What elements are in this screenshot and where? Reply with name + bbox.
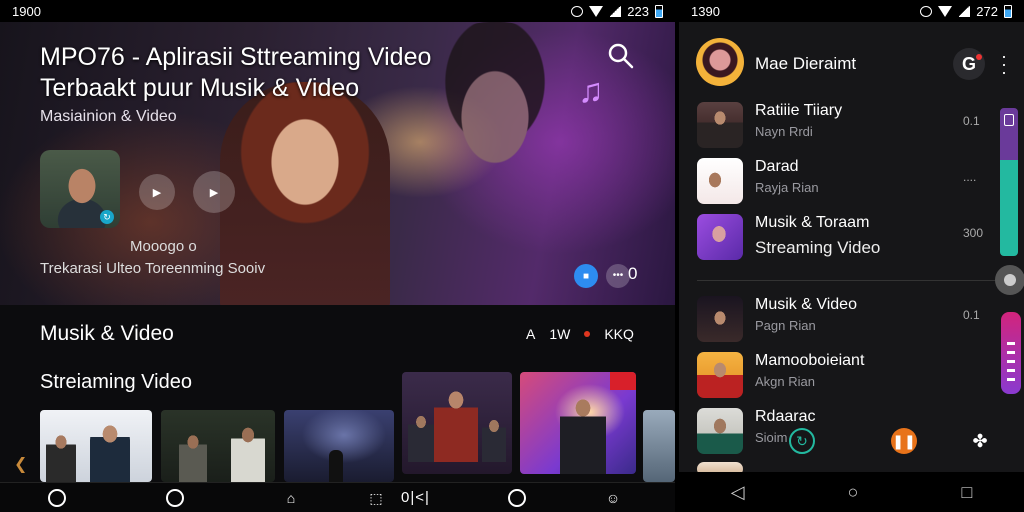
video-thumbnail[interactable] <box>643 410 675 482</box>
item-title: Darad <box>755 158 799 175</box>
hero-count: 0 <box>628 264 638 283</box>
search-icon[interactable] <box>607 42 635 70</box>
item-subtitle: Streaming Video <box>755 238 881 257</box>
battery-icon <box>1004 4 1012 18</box>
page-icon <box>1004 114 1014 126</box>
circle-home-icon[interactable]: ○ <box>848 482 859 503</box>
status-bar: 1390 272 <box>679 0 1024 22</box>
loop-icon[interactable]: ↻ <box>789 428 815 454</box>
font-tool[interactable]: A <box>526 326 535 342</box>
side-panel-handle[interactable] <box>1001 312 1021 394</box>
g-icon[interactable]: G <box>953 48 985 80</box>
right-phone-screen: 1390 272 Mae Dieraimt G · · · Ratiiie Tiia… <box>679 0 1024 512</box>
wifi-icon <box>938 5 953 17</box>
hero-banner[interactable]: ♫ MPO76 - Aplirasii Sttreaming Video Ter… <box>0 22 675 305</box>
library-icon[interactable]: ⌂ <box>280 487 302 509</box>
battery-text: 272 <box>976 3 998 19</box>
hero-subtitle: Masiainion & Video <box>40 108 177 125</box>
hero-artist-thumbnail[interactable]: ↻ <box>40 150 120 228</box>
scroll-indicator[interactable] <box>1000 108 1018 256</box>
list-item[interactable]: Musik & Video Pagn Rian 0.1 <box>679 292 1024 348</box>
list-item[interactable]: Musik & Toraam Streaming Video 300 <box>679 210 1024 266</box>
item-title: Musik & Video <box>755 296 857 313</box>
item-meta: 0.1 <box>963 308 980 322</box>
left-phone-screen: 1900 223 ♫ MPO76 - Aplirasii Sttreaming … <box>0 0 675 512</box>
item-subtitle: Nayn Rrdi <box>755 124 813 139</box>
list-item[interactable]: Mamooboieiant Akgn Rian <box>679 348 1024 404</box>
alarm-icon <box>920 5 933 17</box>
system-navigation: ◁ ○ □ <box>679 472 1024 512</box>
item-thumbnail <box>697 352 743 398</box>
video-thumbnail-row <box>0 372 675 482</box>
status-bar: 1900 223 <box>0 0 675 22</box>
video-thumbnail[interactable] <box>520 372 636 474</box>
nav-label[interactable]: 0|<| <box>401 489 430 506</box>
compass-icon[interactable] <box>164 487 186 509</box>
avatar[interactable] <box>696 38 744 86</box>
item-thumbnail <box>697 296 743 342</box>
chat-head-icon <box>1004 274 1016 286</box>
hero-caption-line2: Trekarasi Ulteo Toreenming Sooiv <box>40 260 266 277</box>
record-dot-icon[interactable] <box>584 331 591 337</box>
video-thumbnail[interactable] <box>284 410 394 482</box>
play-icon[interactable]: ▶ <box>193 171 235 213</box>
sort-tool[interactable]: KKQ <box>604 326 634 342</box>
action-row: ↻ ❚❚ ✤ <box>679 424 1024 464</box>
item-thumbnail <box>697 214 743 260</box>
hero-title: MPO76 - Aplirasii Sttreaming Video Terba… <box>40 43 432 102</box>
item-title: Musik & Toraam <box>755 214 870 231</box>
chevron-left-icon[interactable]: ❮ <box>14 454 27 474</box>
profile-name: Mae Dieraimt <box>755 54 857 73</box>
video-thumbnail[interactable] <box>402 372 512 474</box>
item-thumbnail <box>697 158 743 204</box>
battery-text: 223 <box>627 3 649 19</box>
item-thumbnail <box>697 102 743 148</box>
music-note-icon: ♫ <box>578 72 604 110</box>
play-icon[interactable]: ▶ <box>139 174 175 210</box>
filter-tool[interactable]: 1W <box>549 326 570 342</box>
home-icon[interactable] <box>46 487 68 509</box>
explore-icon[interactable] <box>506 487 528 509</box>
alarm-icon <box>571 5 584 17</box>
share-icon[interactable]: ✤ <box>967 428 993 454</box>
playlist-icon[interactable]: ■ <box>574 264 598 288</box>
bottom-navigation: ⌂ ⬚ 0|<| ☺ <box>0 482 675 512</box>
section-title: Musik & Video <box>40 322 174 345</box>
list-item[interactable]: Ratiiie Tiiary Nayn Rrdi 0.1 <box>679 98 1024 154</box>
item-meta: .... <box>963 170 977 184</box>
list-item[interactable]: Darad Rayja Rian .... <box>679 154 1024 210</box>
video-thumbnail[interactable] <box>40 410 152 482</box>
download-icon[interactable]: ⬚ <box>365 487 387 509</box>
status-time: 1900 <box>12 3 41 19</box>
notification-dot <box>976 54 982 60</box>
hero-caption-line1: Mooogo o <box>130 238 197 255</box>
more-icon[interactable]: ••• <box>606 264 630 288</box>
g-letter: G <box>961 54 976 74</box>
item-subtitle: Rayja Rian <box>755 180 819 195</box>
share-icon: ↻ <box>100 210 114 224</box>
item-meta: 0.1 <box>963 114 980 128</box>
item-title: Ratiiie Tiiary <box>755 102 843 119</box>
section-tools: A 1W KKQ <box>526 326 634 342</box>
status-time: 1390 <box>691 3 720 19</box>
floating-bubble[interactable] <box>995 265 1024 295</box>
wifi-icon <box>589 5 604 17</box>
play-pause-icon[interactable]: ❚❚ <box>891 428 917 454</box>
back-icon[interactable]: ◁ <box>731 482 745 503</box>
profile-icon[interactable]: ☺ <box>602 487 624 509</box>
dots-icon <box>1007 342 1015 382</box>
item-subtitle: Pagn Rian <box>755 318 816 333</box>
profile-header: Mae Dieraimt G · · · <box>679 34 1024 92</box>
battery-icon <box>655 4 663 18</box>
item-title: Mamooboieiant <box>755 352 865 369</box>
item-meta: 300 <box>963 226 984 240</box>
recents-icon[interactable]: □ <box>962 482 973 503</box>
video-thumbnail[interactable] <box>161 410 275 482</box>
more-vertical-icon[interactable]: · · · <box>1001 47 1007 81</box>
signal-icon <box>609 5 622 17</box>
signal-icon <box>958 5 971 17</box>
divider <box>697 280 997 281</box>
item-subtitle: Akgn Rian <box>755 374 815 389</box>
